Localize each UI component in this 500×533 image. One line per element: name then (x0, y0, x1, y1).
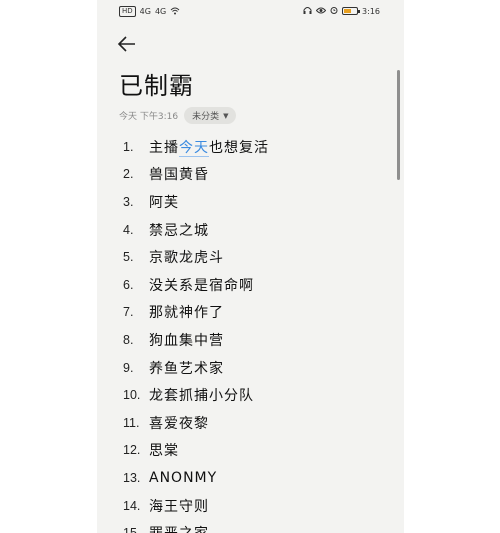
list-item[interactable]: 7. 那就神作了 (123, 299, 393, 327)
list-item-number: 13. (123, 470, 141, 485)
signal-icon-2: 4G (154, 7, 167, 16)
wifi-icon (170, 7, 180, 17)
list-item[interactable]: 5. 京歌龙虎斗 (123, 243, 393, 271)
list-item-text: 主播今天也想复活 (149, 137, 269, 157)
list-item-text: ANONMY (149, 470, 217, 486)
list-item-number: 4. (123, 222, 134, 237)
list-item-text: 那就神作了 (149, 302, 224, 322)
category-dropdown[interactable]: 未分类 ▼ (184, 107, 237, 124)
list-item-text-part: ANONMY (149, 469, 218, 486)
status-left: HD 4G 4G (119, 6, 180, 17)
list-item-text: 没关系是宿命啊 (149, 275, 254, 295)
list-item-text-part: 也想复活 (209, 139, 269, 156)
list-item-number: 11. (123, 415, 140, 430)
list-item-text-part: 狗血集中营 (149, 332, 224, 349)
list-item-text-part: 海王守则 (149, 498, 209, 515)
list-item[interactable]: 12. 思棠 (123, 437, 393, 465)
status-bar: HD 4G 4G 3:16 (97, 0, 404, 24)
hd-badge: HD (119, 6, 136, 17)
list-item-text-part: 阿芙 (149, 194, 179, 211)
list-item-number: 12. (123, 443, 141, 458)
list-item-text: 思棠 (149, 440, 179, 460)
list-item-text: 喜爱夜黎 (149, 413, 209, 433)
list-item-number: 2. (123, 167, 134, 182)
list-item-number: 15. (123, 526, 149, 533)
note-list[interactable]: 1. 主播今天也想复活 2. 兽国黄昏 3. 阿芙 4. 禁忌之城 5. 京歌龙虎斗 6. 没关系是宿… (123, 133, 393, 533)
list-item-text-part: 养鱼艺术家 (149, 360, 224, 377)
caret-down-icon: ▼ (223, 111, 229, 120)
list-item[interactable]: 15.罪恶之家 (123, 519, 393, 533)
list-item-number: 3. (123, 194, 134, 209)
list-item[interactable]: 13. ANONMY (123, 464, 393, 492)
clock-time: 3:16 (362, 6, 380, 16)
eye-icon (315, 7, 327, 16)
note-timestamp: 今天 下午3:16 (119, 112, 179, 122)
list-item[interactable]: 9. 养鱼艺术家 (123, 354, 393, 382)
list-item-text-part: 思棠 (149, 443, 179, 460)
list-item-text-part: 兽国黄昏 (149, 167, 209, 184)
list-item-text: 海王守则 (149, 496, 209, 516)
list-item-text: 兽国黄昏 (149, 164, 209, 184)
list-item[interactable]: 2. 兽国黄昏 (123, 161, 393, 189)
list-item[interactable]: 1. 主播今天也想复活 (123, 133, 393, 161)
back-arrow-icon[interactable] (117, 34, 139, 56)
list-item-text: 阿芙 (149, 192, 179, 212)
scrollbar[interactable] (397, 70, 400, 180)
list-item-text: 龙套抓捕小分队 (149, 385, 254, 405)
list-item-number: 9. (123, 360, 134, 375)
note-title[interactable]: 已制霸 (119, 66, 194, 101)
list-item-text: 罪恶之家 (149, 523, 209, 533)
highlighted-text[interactable]: 今天 (179, 139, 209, 157)
list-item[interactable]: 14. 海王守则 (123, 492, 393, 520)
list-item-number: 8. (123, 332, 134, 347)
list-item-text-part: 那就神作了 (149, 305, 224, 322)
list-item-text: 京歌龙虎斗 (149, 247, 224, 267)
list-item[interactable]: 10. 龙套抓捕小分队 (123, 381, 393, 409)
category-label: 未分类 (192, 112, 220, 122)
list-item[interactable]: 3. 阿芙 (123, 188, 393, 216)
list-item[interactable]: 11. 喜爱夜黎 (123, 409, 393, 437)
battery-icon (342, 7, 361, 15)
list-item-number: 6. (123, 277, 134, 292)
list-item-number: 5. (123, 250, 134, 265)
list-item[interactable]: 4. 禁忌之城 (123, 216, 393, 244)
list-item[interactable]: 8. 狗血集中营 (123, 326, 393, 354)
list-item-text-part: 禁忌之城 (149, 222, 209, 239)
phone-screen: HD 4G 4G 3:16 已制霸 今天 下午3:16 未分类 ▼ 1. 主播今… (97, 0, 404, 533)
note-meta: 今天 下午3:16 未分类 ▼ (119, 107, 237, 124)
list-item-text: 禁忌之城 (149, 220, 209, 240)
list-item-number: 14. (123, 498, 141, 513)
list-item-text-part: 罪恶之家 (149, 526, 209, 533)
list-item-number: 1. (123, 139, 134, 154)
status-right: 3:16 (303, 6, 380, 16)
signal-icon-1: 4G (139, 7, 151, 16)
list-item-text-part: 主播 (149, 139, 179, 156)
alarm-icon (330, 6, 338, 16)
list-item-text-part: 京歌龙虎斗 (149, 250, 224, 267)
list-item-text-part: 喜爱夜黎 (149, 415, 209, 432)
list-item[interactable]: 6. 没关系是宿命啊 (123, 271, 393, 299)
list-item-text: 狗血集中营 (149, 330, 224, 350)
list-item-number: 10. (123, 388, 141, 403)
list-item-text-part: 没关系是宿命啊 (149, 277, 254, 294)
list-item-text-part: 龙套抓捕小分队 (149, 388, 254, 405)
list-item-text: 养鱼艺术家 (149, 358, 224, 378)
list-item-number: 7. (123, 305, 134, 320)
headphones-icon (303, 6, 312, 16)
